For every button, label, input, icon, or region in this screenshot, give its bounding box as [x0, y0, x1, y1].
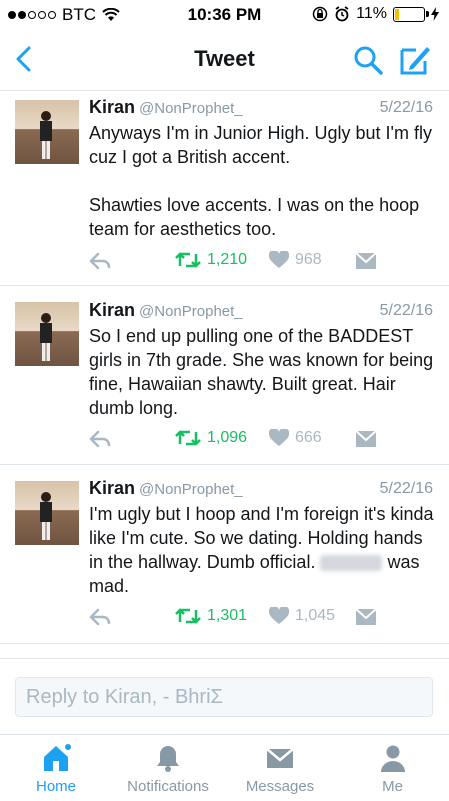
tab-messages[interactable]: Messages: [224, 735, 336, 801]
navigation-bar: Tweet: [0, 30, 449, 91]
compose-tweet-icon[interactable]: [398, 44, 432, 76]
like-button[interactable]: 1,045: [269, 607, 335, 625]
tab-home[interactable]: Home: [0, 735, 112, 801]
author-name[interactable]: Kiran: [89, 478, 135, 498]
tweet-actions: 1,301 1,045: [89, 605, 419, 633]
tab-bar: Home Notifications Messages Me: [0, 734, 449, 801]
tweet-item[interactable]: Kiran @NonProphet_ 5/22/16 Anyways I'm in…: [0, 91, 449, 286]
tweet-text: I'm ugly but I hoop and I'm foreign it's…: [89, 502, 434, 598]
envelope-icon: [266, 748, 294, 768]
tweet-text: Anyways I'm in Junior High. Ugly but I'm…: [89, 121, 434, 241]
heart-icon: [269, 607, 289, 624]
retweet-button[interactable]: 1,096: [175, 429, 247, 447]
alarm-icon: [335, 6, 349, 22]
like-count: 1,045: [295, 607, 336, 624]
tab-label: Home: [35, 778, 76, 795]
tweet-author: Kiran @NonProphet_: [89, 300, 243, 321]
like-count: 666: [295, 429, 322, 446]
retweet-icon: [175, 252, 201, 268]
search-icon[interactable]: [352, 44, 384, 76]
rotation-lock-icon: [312, 6, 328, 22]
person-photo-icon: [40, 111, 52, 159]
avatar[interactable]: [15, 100, 79, 164]
tweet-date: 5/22/16: [379, 99, 433, 116]
tab-me[interactable]: Me: [336, 735, 449, 801]
tweet-author: Kiran @NonProphet_: [89, 97, 243, 118]
tweet-actions: 1,210 968: [89, 249, 419, 277]
battery-percent: 11%: [356, 5, 387, 22]
status-bar: BTC 10:36 PM 11%: [0, 0, 449, 30]
tab-label: Messages: [245, 778, 315, 795]
tweet-actions: 1,096 666: [89, 427, 419, 455]
tweet-text-paragraph: I'm ugly but I hoop and I'm foreign it's…: [89, 502, 434, 598]
tab-label: Notifications: [127, 778, 209, 795]
like-count: 968: [295, 251, 322, 268]
tweet-item[interactable]: Kiran @NonProphet_ 5/22/16 So I end up pu…: [0, 286, 449, 465]
author-handle[interactable]: @NonProphet_: [139, 481, 243, 498]
heart-icon: [269, 429, 289, 446]
retweet-button[interactable]: 1,301: [175, 607, 247, 625]
direct-message-icon[interactable]: [355, 608, 377, 626]
tab-notifications[interactable]: Notifications: [112, 735, 224, 801]
battery-icon: [393, 6, 429, 22]
like-button[interactable]: 666: [269, 429, 322, 447]
direct-message-icon[interactable]: [355, 430, 377, 448]
retweet-count: 1,210: [207, 251, 248, 268]
reply-input[interactable]: Reply to Kiran, - BhriΣ: [15, 677, 433, 717]
person-photo-icon: [40, 313, 52, 361]
reply-icon[interactable]: [89, 607, 111, 627]
tweet-text-paragraph: Anyways I'm in Junior High. Ugly but I'm…: [89, 123, 432, 167]
reply-icon[interactable]: [89, 429, 111, 449]
direct-message-icon[interactable]: [355, 252, 377, 270]
tweet-text: So I end up pulling one of the BADDEST g…: [89, 324, 434, 420]
home-icon: [44, 743, 71, 771]
retweet-count: 1,301: [207, 607, 248, 624]
avatar[interactable]: [15, 302, 79, 366]
author-handle[interactable]: @NonProphet_: [139, 303, 243, 320]
retweet-icon: [175, 430, 201, 446]
like-button[interactable]: 968: [269, 251, 322, 269]
tweet-text-paragraph: Shawties love accents. I was on the hoop…: [89, 195, 420, 239]
author-name[interactable]: Kiran: [89, 97, 135, 117]
retweet-count: 1,096: [207, 429, 248, 446]
tweet-date: 5/22/16: [379, 480, 433, 497]
heart-icon: [269, 251, 289, 268]
avatar[interactable]: [15, 481, 79, 545]
person-icon: [380, 745, 405, 772]
retweet-button[interactable]: 1,210: [175, 251, 247, 269]
tweet-date: 5/22/16: [379, 302, 433, 319]
author-handle[interactable]: @NonProphet_: [139, 100, 243, 117]
person-photo-icon: [40, 492, 52, 540]
bell-icon: [157, 746, 179, 772]
tab-label: Me: [382, 778, 403, 795]
redacted-mention: [320, 555, 383, 572]
retweet-icon: [175, 608, 201, 624]
reply-bar: Reply to Kiran, - BhriΣ: [0, 658, 449, 735]
status-right: 11%: [312, 5, 439, 23]
tweet-text-paragraph: So I end up pulling one of the BADDEST g…: [89, 326, 434, 418]
reply-icon[interactable]: [89, 251, 111, 271]
author-name[interactable]: Kiran: [89, 300, 135, 320]
tweet-author: Kiran @NonProphet_: [89, 478, 243, 499]
charging-bolt-icon: [431, 7, 439, 21]
tweet-item[interactable]: Kiran @NonProphet_ 5/22/16 I'm ugly but I…: [0, 465, 449, 644]
